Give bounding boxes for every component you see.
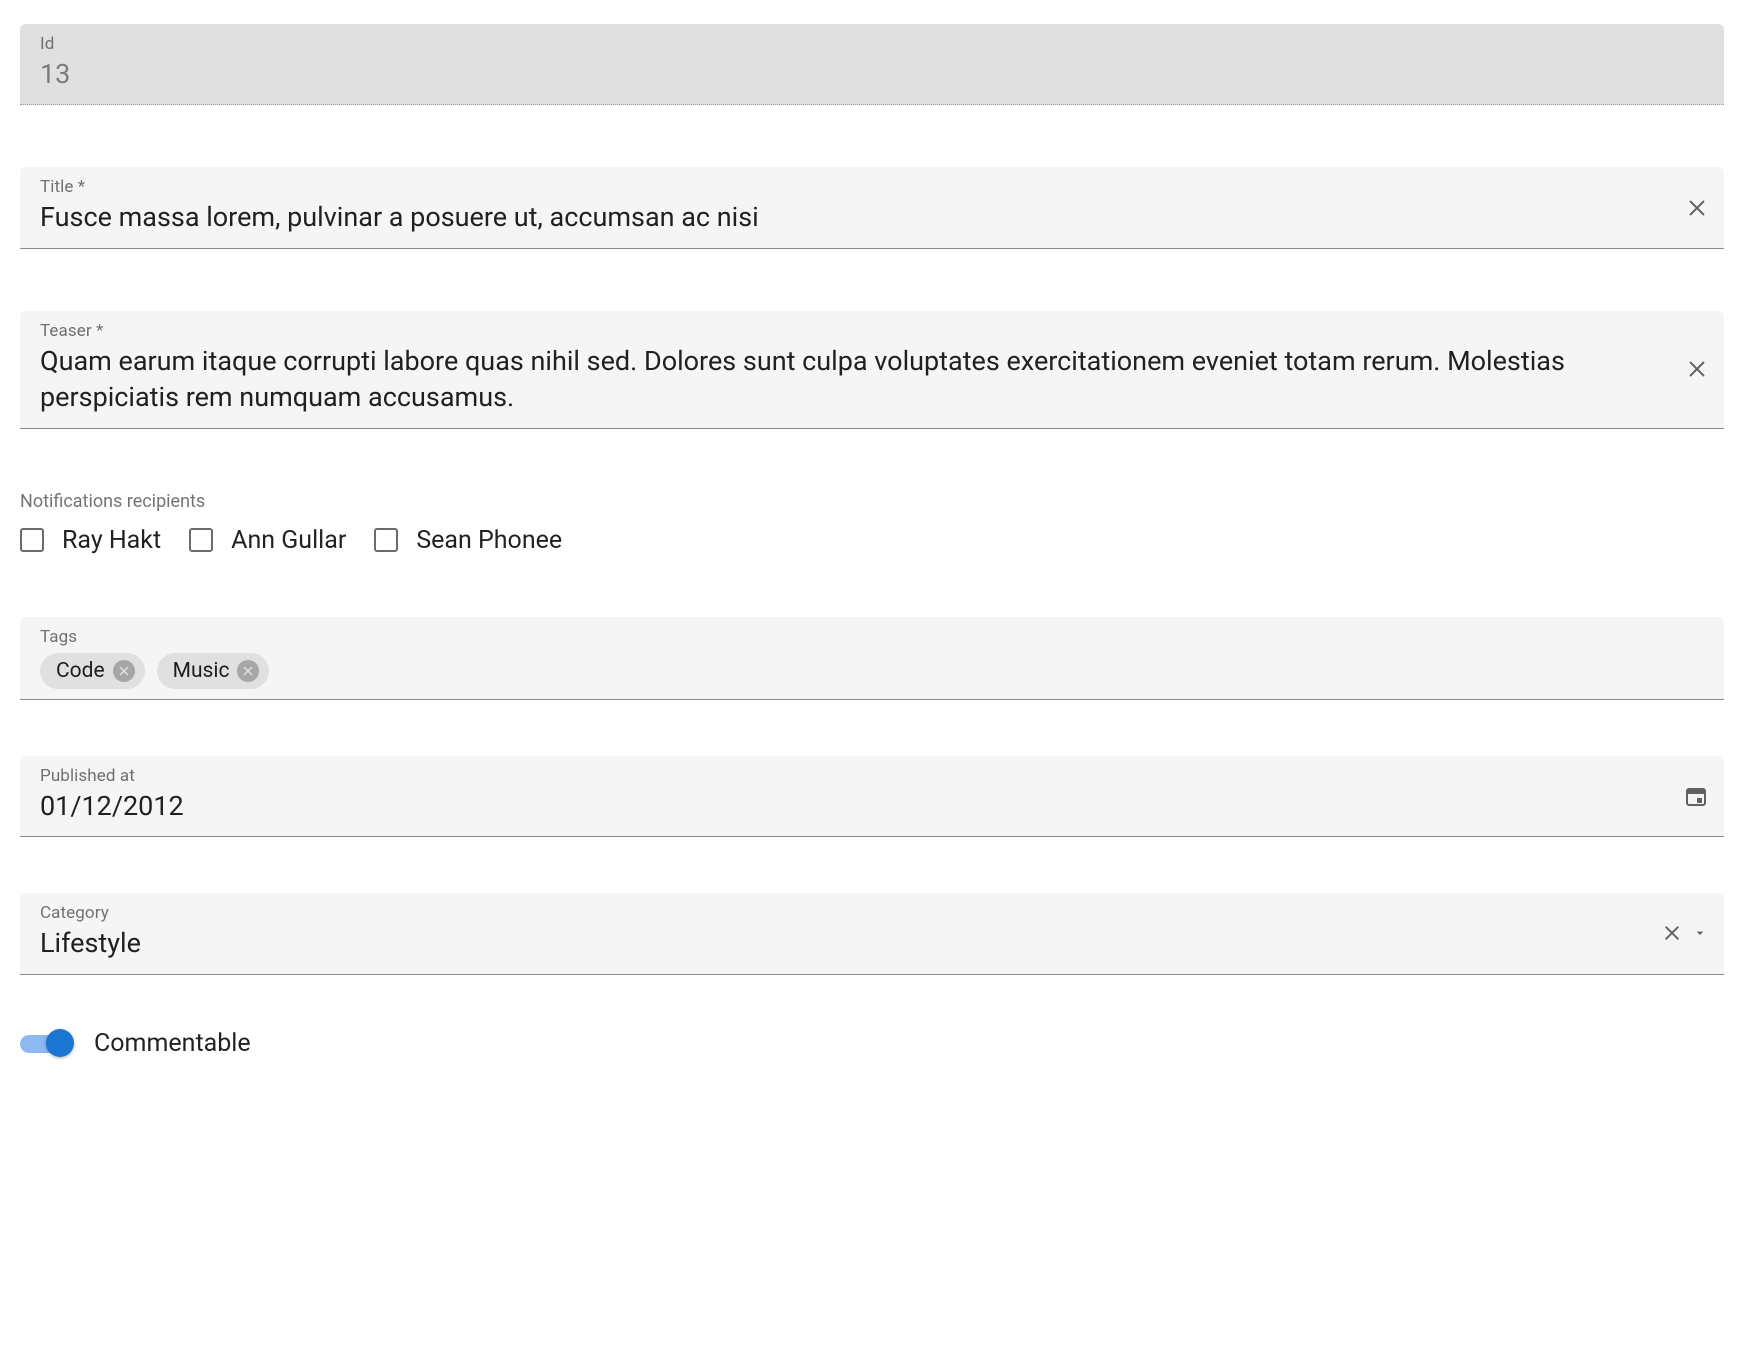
- recipient-label-2: Sean Phonee: [416, 526, 562, 555]
- close-icon: [242, 665, 254, 677]
- commentable-label: Commentable: [94, 1029, 251, 1058]
- close-icon: [118, 665, 130, 677]
- tag-chip-1[interactable]: Music: [157, 653, 270, 689]
- recipient-checkbox-1[interactable]: Ann Gullar: [189, 526, 346, 555]
- recipients-row: Ray Hakt Ann Gullar Sean Phonee: [20, 526, 1724, 555]
- form-page: Id 13 Title * Teaser * Quam earum itaque…: [0, 0, 1744, 1098]
- id-value: 13: [40, 56, 1704, 92]
- close-icon: [1686, 197, 1708, 219]
- published-label: Published at: [40, 766, 1704, 786]
- commentable-toggle[interactable]: [20, 1033, 72, 1053]
- tags-field[interactable]: Tags Code Music: [20, 617, 1724, 700]
- recipient-label-1: Ann Gullar: [231, 526, 346, 555]
- title-field[interactable]: Title *: [20, 167, 1724, 248]
- calendar-icon: [1684, 784, 1708, 808]
- tag-chip-label-1: Music: [173, 659, 230, 683]
- category-clear-button[interactable]: [1662, 923, 1682, 943]
- title-label: Title *: [40, 177, 1704, 197]
- published-calendar-button[interactable]: [1684, 784, 1708, 808]
- teaser-label: Teaser *: [40, 321, 1704, 341]
- close-icon: [1662, 923, 1682, 943]
- close-icon: [1686, 358, 1708, 380]
- switch-thumb: [46, 1029, 74, 1057]
- recipient-checkbox-2[interactable]: Sean Phonee: [374, 526, 562, 555]
- category-field[interactable]: Category Lifestyle: [20, 893, 1724, 974]
- tag-chip-0[interactable]: Code: [40, 653, 145, 689]
- tags-chips: Code Music: [40, 649, 1704, 689]
- checkbox-icon: [374, 528, 398, 552]
- checkbox-icon: [189, 528, 213, 552]
- category-label: Category: [40, 903, 1704, 923]
- teaser-field[interactable]: Teaser * Quam earum itaque corrupti labo…: [20, 311, 1724, 429]
- recipient-label-0: Ray Hakt: [62, 526, 161, 555]
- title-clear-button[interactable]: [1686, 197, 1708, 219]
- recipients-group: Notifications recipients Ray Hakt Ann Gu…: [20, 491, 1724, 555]
- tag-chip-label-0: Code: [56, 659, 105, 683]
- category-select[interactable]: Lifestyle: [40, 925, 1644, 961]
- chevron-down-icon: [1692, 925, 1708, 941]
- published-input[interactable]: 01/12/2012: [40, 788, 1644, 824]
- tag-chip-remove-1[interactable]: [237, 660, 259, 682]
- recipient-checkbox-0[interactable]: Ray Hakt: [20, 526, 161, 555]
- category-endicons: [1662, 923, 1708, 943]
- tag-chip-remove-0[interactable]: [113, 660, 135, 682]
- teaser-input[interactable]: Quam earum itaque corrupti labore quas n…: [40, 343, 1644, 416]
- teaser-clear-button[interactable]: [1686, 358, 1708, 380]
- category-dropdown-button[interactable]: [1692, 925, 1708, 941]
- id-label: Id: [40, 34, 1704, 54]
- recipients-label: Notifications recipients: [20, 491, 1724, 512]
- tags-label: Tags: [40, 627, 1704, 647]
- commentable-row: Commentable: [20, 1029, 1724, 1058]
- title-input[interactable]: [40, 199, 1644, 235]
- id-field: Id 13: [20, 24, 1724, 105]
- published-field[interactable]: Published at 01/12/2012: [20, 756, 1724, 837]
- checkbox-icon: [20, 528, 44, 552]
